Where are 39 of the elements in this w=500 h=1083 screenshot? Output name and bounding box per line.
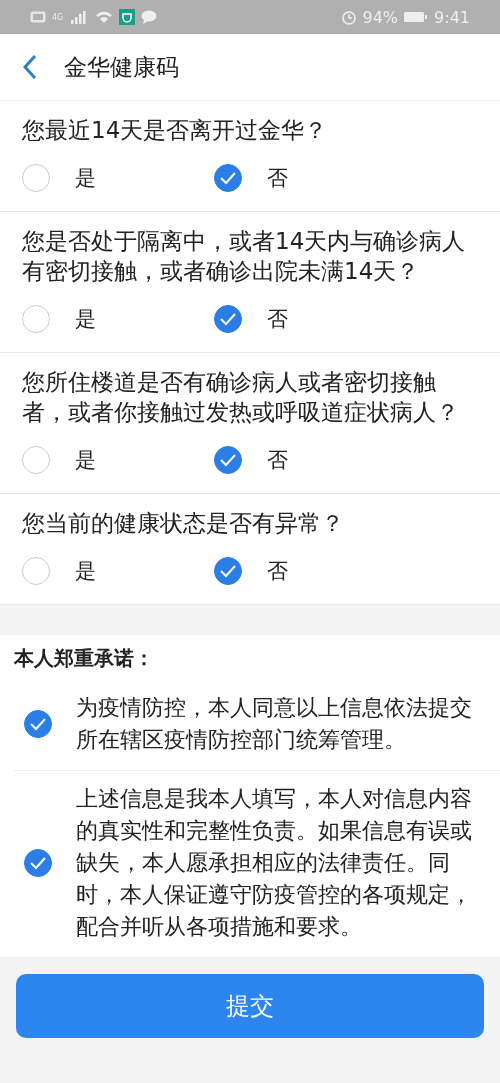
battery-percent: 94%: [362, 7, 399, 27]
alarm-icon: [340, 9, 357, 25]
back-icon[interactable]: [22, 54, 38, 80]
check-icon: [29, 717, 47, 731]
radio-button[interactable]: [214, 164, 242, 192]
question-text: 您最近14天是否离开过金华？: [22, 116, 329, 145]
check-icon: [219, 453, 237, 467]
question-text: 您所住楼道是否有确诊病人或者密切接触者，或者你接触过发热或呼吸道症状病人？: [22, 368, 460, 427]
option-label: 是: [75, 306, 96, 333]
checkbox[interactable]: [24, 849, 52, 877]
option-label: 是: [75, 165, 96, 192]
pledge-title: 本人郑重承诺：: [14, 645, 155, 672]
checkbox[interactable]: [24, 710, 52, 738]
network-label: 4G: [52, 12, 64, 22]
pledge-text: 为疫情防控，本人同意以上信息依法提交所在辖区疫情防控部门统筹管理。: [76, 694, 473, 754]
hd-icon: [30, 11, 46, 23]
radio-button[interactable]: [214, 557, 242, 585]
option-label: 是: [75, 447, 96, 474]
submit-button[interactable]: 提交: [16, 974, 484, 1038]
radio-button[interactable]: [214, 305, 242, 333]
clock: 9:41: [434, 7, 470, 27]
check-icon: [29, 856, 47, 870]
option-label: 否: [267, 558, 288, 585]
option-label: 否: [267, 306, 288, 333]
pledge-text: 上述信息是我本人填写，本人对信息内容的真实性和完整性负责。如果信息有误或缺失，本人愿承担相应的法律责任。同时，本人保证遵守防疫管控的各项规定，配合并听从各项措施和要求。: [76, 785, 473, 941]
radio-button[interactable]: [214, 446, 242, 474]
question-text: 您是否处于隔离中，或者14天内与确诊病人有密切接触，或者确诊出院未满14天？: [22, 227, 467, 286]
question-text: 您当前的健康状态是否有异常？: [22, 509, 345, 538]
option-label: 否: [267, 447, 288, 474]
option-label: 否: [267, 165, 288, 192]
check-icon: [219, 171, 237, 185]
chat-bubble-icon: [141, 10, 158, 24]
battery-icon: [404, 11, 429, 23]
page-title: 金华健康码: [64, 52, 179, 82]
app-icon: [119, 9, 136, 25]
check-icon: [219, 564, 237, 578]
option-label: 是: [75, 558, 96, 585]
wifi-icon: [95, 10, 114, 24]
check-icon: [219, 312, 237, 326]
